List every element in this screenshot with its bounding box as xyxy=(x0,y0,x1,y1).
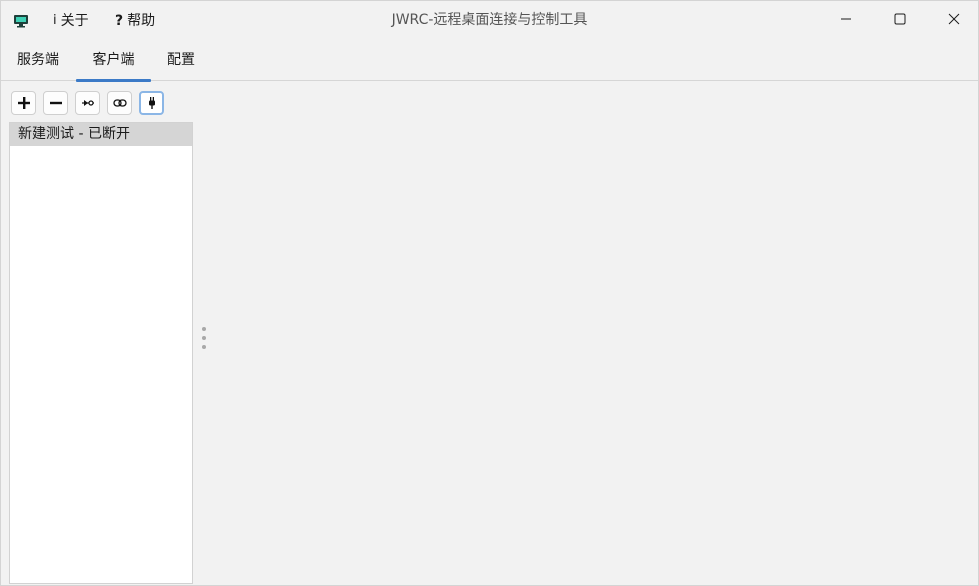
tab-client[interactable]: 客户端 xyxy=(76,43,151,82)
grip-dot xyxy=(201,327,206,331)
connect-arrow-icon xyxy=(81,100,94,106)
link-icon xyxy=(112,99,127,107)
maximize-button[interactable] xyxy=(877,1,923,37)
toolbar xyxy=(11,91,164,115)
grip-dot xyxy=(201,336,206,340)
minimize-icon xyxy=(841,18,851,20)
main-window: i 关于 ? 帮助 JWRC-远程桌面连接与控制工具 服务端 客户端 配置 新建… xyxy=(0,0,979,586)
tab-server[interactable]: 服务端 xyxy=(5,43,71,81)
session-list-item[interactable]: 新建测试 - 已断开 xyxy=(10,123,192,146)
disconnect-button[interactable] xyxy=(139,91,164,115)
add-session-button[interactable] xyxy=(11,91,36,115)
connect-button[interactable] xyxy=(75,91,100,115)
remove-session-button[interactable] xyxy=(43,91,68,115)
close-button[interactable] xyxy=(931,1,977,37)
minus-icon xyxy=(49,101,62,105)
close-icon xyxy=(948,13,960,25)
link-button[interactable] xyxy=(107,91,132,115)
session-list[interactable]: 新建测试 - 已断开 xyxy=(9,122,193,584)
tab-bar: 服务端 客户端 配置 xyxy=(1,43,978,82)
minimize-button[interactable] xyxy=(823,1,869,37)
plug-icon xyxy=(148,97,155,109)
title-bar: i 关于 ? 帮助 JWRC-远程桌面连接与控制工具 xyxy=(1,1,978,39)
pane-splitter-handle[interactable] xyxy=(201,327,206,349)
grip-dot xyxy=(201,345,206,349)
plus-icon xyxy=(17,97,30,109)
maximize-icon xyxy=(894,13,906,25)
tab-config[interactable]: 配置 xyxy=(156,43,206,81)
